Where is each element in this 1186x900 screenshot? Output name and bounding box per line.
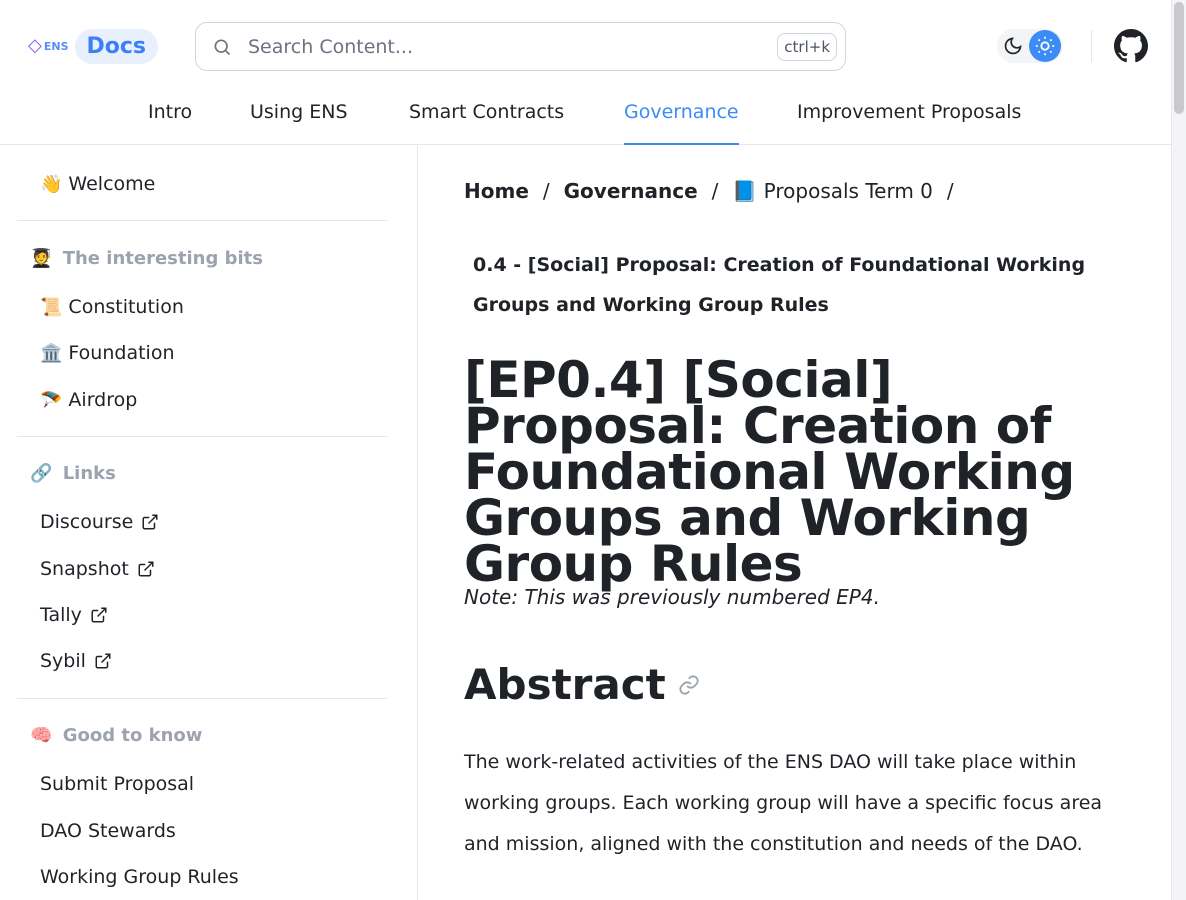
breadcrumb-home[interactable]: Home: [464, 179, 529, 203]
breadcrumb-separator: /: [946, 179, 954, 203]
sidebar-item-label: Tally: [40, 604, 82, 626]
tab-improvement-proposals[interactable]: Improvement Proposals: [797, 90, 1021, 145]
breadcrumb-separator: /: [542, 179, 550, 203]
abstract-paragraph: The work-related activities of the ENS D…: [464, 751, 1103, 855]
search-shortcut: ctrl+k: [777, 32, 837, 61]
sidebar-heading-label: Good to know: [62, 725, 203, 746]
scrollbar-thumb[interactable]: [1174, 2, 1184, 114]
sidebar-item-label: Constitution: [68, 296, 184, 318]
sidebar-heading-label: Links: [62, 463, 116, 484]
sidebar-item-label: Welcome: [68, 173, 156, 195]
tab-governance[interactable]: Governance: [624, 90, 739, 145]
sidebar-heading-label: The interesting bits: [62, 248, 263, 269]
breadcrumb: Home / Governance / 📘 Proposals Term 0 /: [464, 179, 968, 203]
sidebar-item-label: Sybil: [40, 650, 86, 672]
ens-logo-text: ENS: [43, 39, 69, 53]
sidebar-divider: [17, 698, 387, 699]
site-header: ◇ ENS Docs ctrl+k Intro Using ENS Smart …: [0, 0, 1171, 145]
sidebar-item-label: Snapshot: [40, 558, 129, 580]
external-link-icon: [95, 653, 111, 669]
abstract-heading-label: Abstract: [464, 660, 666, 709]
header-divider: [1091, 30, 1092, 62]
sidebar-item-sybil[interactable]: Sybil: [40, 650, 112, 672]
docs-badge: Docs: [74, 28, 159, 64]
search-input[interactable]: [248, 35, 778, 58]
search-bar[interactable]: ctrl+k: [195, 22, 846, 71]
breadcrumb-governance[interactable]: Governance: [564, 179, 698, 203]
sidebar-item-label: Submit Proposal: [40, 773, 195, 795]
scroll-icon: 📜: [40, 296, 63, 318]
breadcrumb-proposals-term-0[interactable]: 📘 Proposals Term 0: [732, 179, 933, 203]
anchor-link-icon[interactable]: [678, 674, 700, 696]
tab-intro[interactable]: Intro: [148, 90, 192, 145]
sidebar-item-airdrop[interactable]: 🪂 Airdrop: [40, 389, 137, 411]
page-title: [EP0.4] [Social] Proposal: Creation of F…: [464, 351, 1075, 593]
page-scrollbar[interactable]: [1171, 0, 1186, 900]
sidebar-item-welcome[interactable]: 👋 Welcome: [40, 173, 155, 195]
sidebar-item-foundation[interactable]: 🏛️ Foundation: [40, 342, 174, 364]
sidebar-item-tally[interactable]: Tally: [40, 604, 108, 626]
tab-smart-contracts[interactable]: Smart Contracts: [409, 90, 564, 145]
sidebar-item-dao-stewards[interactable]: DAO Stewards: [40, 820, 176, 842]
github-icon[interactable]: [1114, 29, 1148, 63]
building-icon: 🏛️: [40, 342, 63, 364]
brain-icon: 🧠: [30, 725, 53, 746]
sidebar-item-working-group-rules[interactable]: Working Group Rules: [40, 866, 239, 888]
sun-icon[interactable]: [1029, 30, 1061, 62]
link-icon: 🔗: [30, 463, 53, 484]
wave-icon: 👋: [40, 173, 63, 195]
sidebar-heading-good-to-know: 🧠 Good to know: [30, 725, 202, 746]
top-navigation: Intro Using ENS Smart Contracts Governan…: [0, 90, 1171, 145]
logo-link[interactable]: ◇ ENS Docs: [28, 26, 159, 66]
main-content: Home / Governance / 📘 Proposals Term 0 /…: [418, 145, 1171, 900]
sidebar-item-label: Foundation: [68, 342, 175, 364]
sidebar-divider: [17, 220, 387, 221]
sidebar: 👋 Welcome 🧑‍🎓 The interesting bits 📜 Con…: [0, 145, 418, 900]
parachute-icon: 🪂: [40, 389, 63, 411]
ens-logo: ◇ ENS: [28, 37, 69, 55]
abstract-heading: Abstract: [464, 660, 700, 709]
sidebar-heading-links: 🔗 Links: [30, 463, 116, 484]
page-subtitle: 0.4 - [Social] Proposal: Creation of Fou…: [473, 254, 1086, 316]
sidebar-divider: [17, 436, 387, 437]
sidebar-heading-interesting-bits: 🧑‍🎓 The interesting bits: [30, 248, 263, 269]
sidebar-item-label: DAO Stewards: [40, 820, 176, 842]
external-link-icon: [138, 561, 154, 577]
theme-toggle[interactable]: [997, 29, 1063, 63]
sidebar-item-snapshot[interactable]: Snapshot: [40, 558, 155, 580]
external-link-icon: [91, 607, 107, 623]
sidebar-item-discourse[interactable]: Discourse: [40, 511, 159, 533]
external-link-icon: [142, 514, 158, 530]
sidebar-item-constitution[interactable]: 📜 Constitution: [40, 296, 184, 318]
sidebar-item-submit-proposal[interactable]: Submit Proposal: [40, 773, 194, 795]
tab-using-ens[interactable]: Using ENS: [250, 90, 348, 145]
search-icon: [214, 39, 231, 55]
breadcrumb-separator: /: [711, 179, 719, 203]
sidebar-item-label: Discourse: [40, 511, 134, 533]
page-note: Note: This was previously numbered EP4.: [464, 585, 880, 609]
ens-logo-icon: ◇: [28, 35, 42, 56]
student-icon: 🧑‍🎓: [30, 248, 53, 269]
sidebar-item-label: Airdrop: [68, 389, 138, 411]
sidebar-item-label: Working Group Rules: [40, 866, 239, 888]
moon-icon[interactable]: [1003, 36, 1023, 56]
